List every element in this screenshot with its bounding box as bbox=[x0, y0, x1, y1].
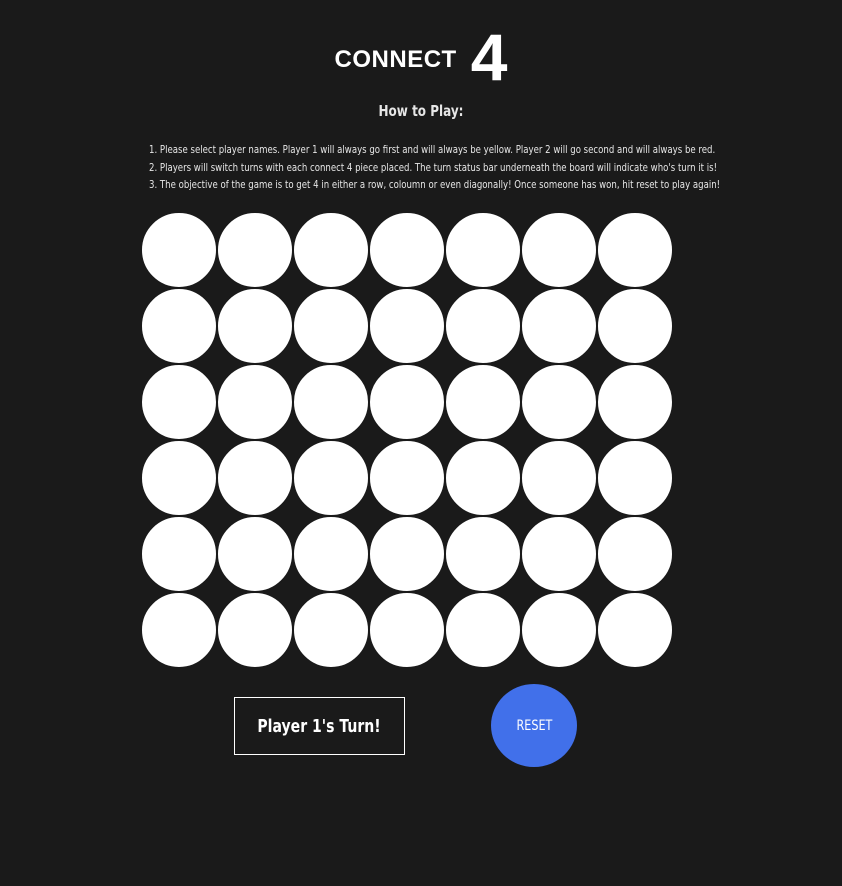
board-cell[interactable] bbox=[141, 592, 217, 668]
board-cell[interactable] bbox=[445, 516, 521, 592]
board-cell[interactable] bbox=[293, 212, 369, 288]
board-cell[interactable] bbox=[521, 364, 597, 440]
board-cell[interactable] bbox=[217, 288, 293, 364]
board-cell[interactable] bbox=[293, 440, 369, 516]
instruction-step: 3. The objective of the game is to get 4… bbox=[149, 178, 721, 191]
board-cell[interactable] bbox=[369, 440, 445, 516]
board-cell[interactable] bbox=[521, 288, 597, 364]
instructions-list: 1. Please select player names. Player 1 … bbox=[149, 141, 721, 194]
board-cell[interactable] bbox=[369, 516, 445, 592]
instruction-step: 2. Players will switch turns with each c… bbox=[149, 160, 718, 174]
board-cell[interactable] bbox=[521, 212, 597, 288]
how-to-play-heading: How to Play: bbox=[378, 102, 464, 120]
turn-status-bar: Player 1's Turn! bbox=[234, 697, 405, 755]
game-title: CONNECT 4 bbox=[0, 24, 842, 90]
board-cell[interactable] bbox=[217, 516, 293, 592]
board-cell[interactable] bbox=[597, 288, 673, 364]
board-cell[interactable] bbox=[293, 364, 369, 440]
title-word: CONNECT bbox=[334, 46, 457, 73]
board-cell[interactable] bbox=[521, 592, 597, 668]
board-cell[interactable] bbox=[445, 288, 521, 364]
board-cell[interactable] bbox=[141, 516, 217, 592]
title-number: 4 bbox=[470, 20, 508, 94]
board-cell[interactable] bbox=[445, 592, 521, 668]
turn-status-label: Player 1's Turn! bbox=[257, 715, 382, 737]
board-cell[interactable] bbox=[217, 440, 293, 516]
board-cell[interactable] bbox=[293, 592, 369, 668]
instruction-step: 1. Please select player names. Player 1 … bbox=[149, 143, 716, 156]
board-cell[interactable] bbox=[597, 592, 673, 668]
reset-button-label: RESET bbox=[516, 717, 552, 734]
reset-button[interactable]: RESET bbox=[491, 684, 577, 767]
board-cell[interactable] bbox=[217, 364, 293, 440]
board-cell[interactable] bbox=[369, 592, 445, 668]
board-cell[interactable] bbox=[141, 212, 217, 288]
board-cell[interactable] bbox=[369, 288, 445, 364]
board-cell[interactable] bbox=[141, 288, 217, 364]
board-cell[interactable] bbox=[445, 364, 521, 440]
board-cell[interactable] bbox=[141, 364, 217, 440]
board-cell[interactable] bbox=[293, 288, 369, 364]
board-cell[interactable] bbox=[217, 592, 293, 668]
board-cell[interactable] bbox=[521, 516, 597, 592]
board-cell[interactable] bbox=[597, 516, 673, 592]
board-cell[interactable] bbox=[293, 516, 369, 592]
board-cell[interactable] bbox=[597, 440, 673, 516]
board-cell[interactable] bbox=[369, 212, 445, 288]
board-cell[interactable] bbox=[217, 212, 293, 288]
board-cell[interactable] bbox=[521, 440, 597, 516]
board-cell[interactable] bbox=[445, 440, 521, 516]
board-cell[interactable] bbox=[597, 364, 673, 440]
board-cell[interactable] bbox=[141, 440, 217, 516]
board-cell[interactable] bbox=[369, 364, 445, 440]
board-cell[interactable] bbox=[597, 212, 673, 288]
game-board bbox=[141, 212, 674, 668]
board-cell[interactable] bbox=[445, 212, 521, 288]
